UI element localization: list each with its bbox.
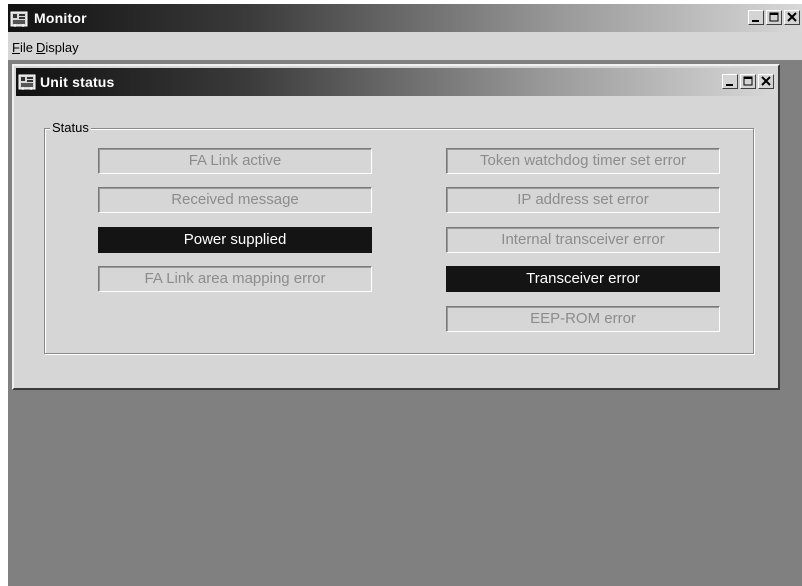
mdi-client-area: Unit status Status FA Link active Receiv…	[8, 60, 802, 586]
maximize-icon[interactable]	[740, 74, 756, 89]
window-title: Monitor	[34, 10, 87, 26]
status-indicator-fa-link-active: FA Link active	[98, 148, 372, 174]
network-unit-icon	[10, 10, 30, 28]
menu-bar: File Display	[8, 32, 802, 60]
minimize-icon[interactable]	[722, 74, 738, 89]
status-indicator-token-watchdog-timer-set-error: Token watchdog timer set error	[446, 148, 720, 174]
status-indicator-power-supplied: Power supplied	[98, 227, 372, 253]
monitor-window: Monitor File Display Unit status Status …	[8, 4, 802, 586]
network-unit-icon	[18, 73, 38, 91]
status-group-label: Status	[50, 120, 91, 135]
status-indicator-fa-link-area-mapping-error: FA Link area mapping error	[98, 266, 372, 292]
child-window-title: Unit status	[40, 74, 115, 90]
close-icon[interactable]	[758, 74, 774, 89]
status-indicator-transceiver-error: Transceiver error	[446, 266, 720, 292]
status-indicator-eep-rom-error: EEP-ROM error	[446, 306, 720, 332]
menu-display[interactable]: Display	[36, 40, 79, 55]
status-indicator-internal-transceiver-error: Internal transceiver error	[446, 227, 720, 253]
unit-status-window: Unit status Status FA Link active Receiv…	[12, 64, 780, 390]
close-icon[interactable]	[784, 10, 800, 25]
maximize-icon[interactable]	[766, 10, 782, 25]
monitor-titlebar[interactable]: Monitor	[8, 4, 802, 32]
minimize-icon[interactable]	[748, 10, 764, 25]
menu-file[interactable]: File	[12, 40, 33, 55]
status-indicator-received-message: Received message	[98, 187, 372, 213]
status-indicator-ip-address-set-error: IP address set error	[446, 187, 720, 213]
unit-status-titlebar[interactable]: Unit status	[16, 68, 776, 96]
